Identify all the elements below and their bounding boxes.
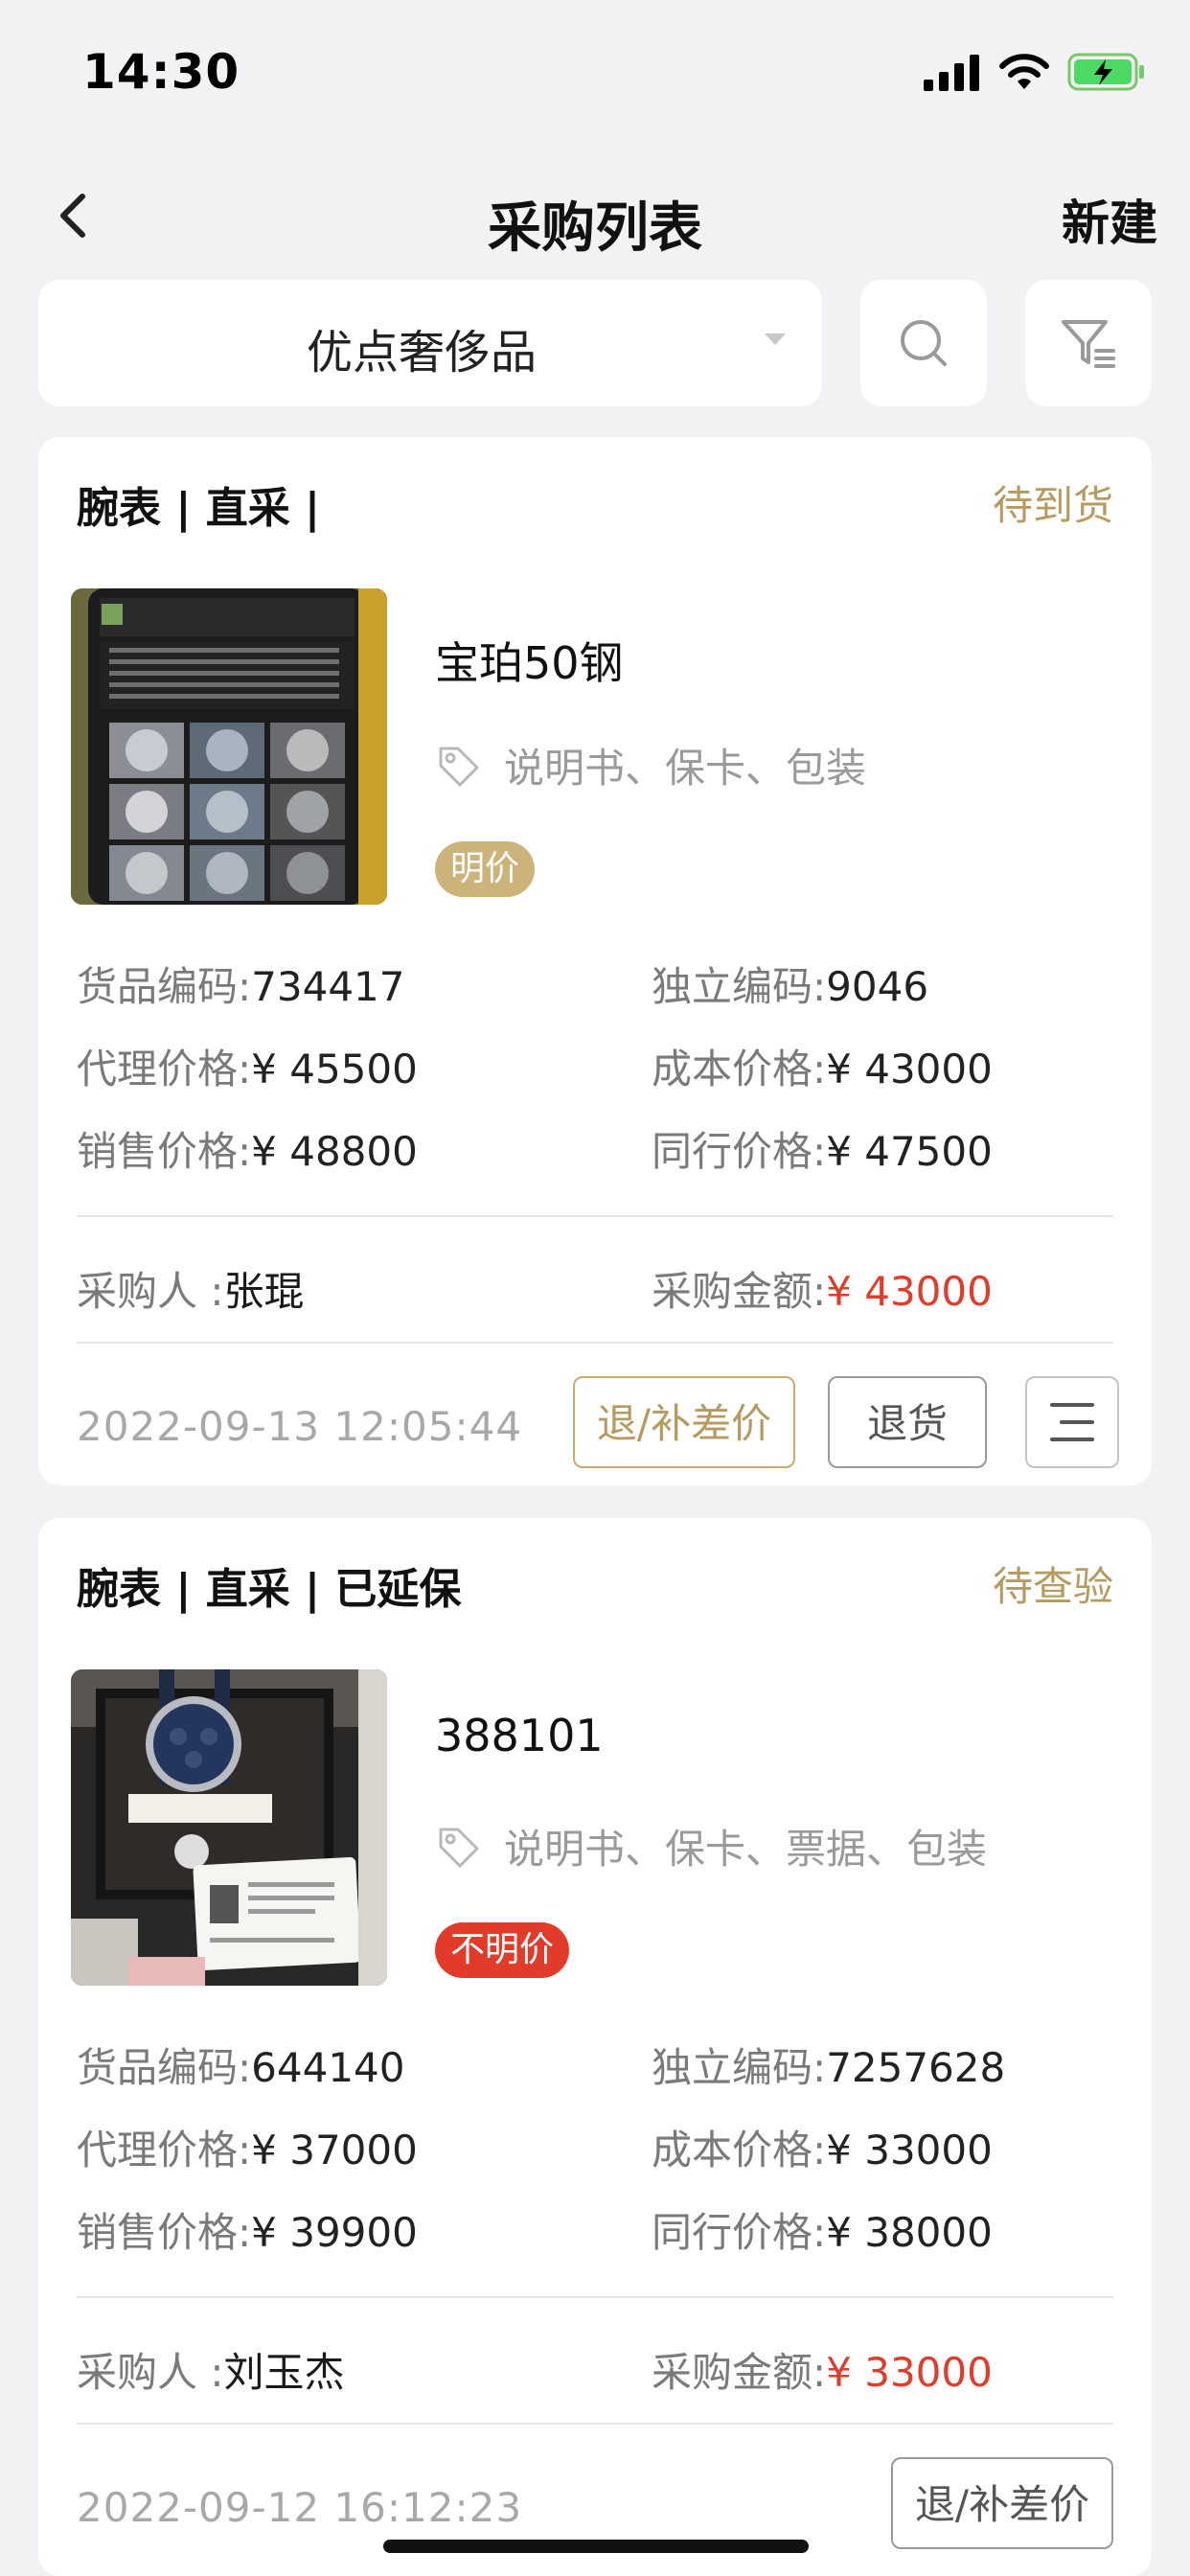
buyer-value: 刘玉杰: [223, 2349, 345, 2396]
divider: [77, 1215, 1113, 1217]
tag-icon: [439, 747, 479, 786]
menu-lines-icon: [1050, 1403, 1094, 1441]
goods-code: 货品编码:734417: [77, 954, 405, 1013]
home-indicator: [383, 2540, 809, 2553]
amount-label: 采购金额:: [652, 2349, 827, 2396]
product-name: 宝珀50钢: [435, 637, 624, 689]
sale-price-value: ¥ 48800: [251, 1128, 418, 1175]
divider: [77, 2423, 1113, 2425]
unique-code-value: 7257628: [826, 2044, 1006, 2091]
amount-value: ¥ 33000: [826, 2349, 993, 2396]
cellular-signal-icon: [924, 55, 979, 91]
cost-price: 成本价格:¥ 43000: [652, 1037, 993, 1095]
product-image-phone-screenshot: [71, 588, 387, 905]
purchase-date: 2022-09-13 12:05:44: [77, 1403, 523, 1450]
product-image-watch-box: [71, 1669, 387, 1986]
cost-price-label: 成本价格:: [652, 2127, 827, 2174]
goods-code-value: 644140: [251, 2044, 405, 2091]
purchase-amount: 采购金额:¥ 33000: [652, 2340, 993, 2399]
goods-code-label: 货品编码:: [77, 963, 252, 1010]
status-time: 14:30: [82, 44, 240, 100]
buyer: 采购人 :张琨: [77, 1259, 305, 1318]
agent-price: 代理价格:¥ 45500: [77, 1037, 418, 1095]
card-status: 待查验: [992, 1563, 1113, 1610]
accessories-row: 说明书、保卡、票据、包装: [435, 1817, 987, 1875]
peer-price-value: ¥ 47500: [826, 1128, 993, 1175]
search-icon: [901, 320, 947, 366]
agent-price-value: ¥ 37000: [251, 2127, 418, 2174]
peer-price-label: 同行价格:: [652, 2209, 827, 2256]
cost-price-label: 成本价格:: [652, 1046, 827, 1092]
card-category: 腕表 | 直采 | 已延保: [77, 1565, 462, 1614]
sale-price: 销售价格:¥ 48800: [77, 1119, 418, 1178]
page-title: 采购列表: [488, 197, 702, 260]
accessories-text: 说明书、保卡、包装: [504, 745, 867, 792]
buyer: 采购人 :刘玉杰: [77, 2340, 345, 2399]
card-status: 待到货: [992, 482, 1113, 529]
peer-price-label: 同行价格:: [652, 1128, 827, 1175]
purchase-date: 2022-09-12 16:12:23: [77, 2484, 523, 2531]
filter-row: 优点奢侈品: [38, 280, 1152, 406]
card-category: 腕表 | 直采 |: [77, 484, 321, 533]
peer-price: 同行价格:¥ 47500: [652, 1119, 993, 1178]
status-icons: [924, 50, 1146, 94]
goods-code-value: 734417: [251, 963, 405, 1010]
goods-code-label: 货品编码:: [77, 2044, 252, 2091]
refund-difference-button[interactable]: 退/补差价: [891, 2457, 1113, 2549]
search-button[interactable]: [860, 280, 987, 406]
accessories-row: 说明书、保卡、包装: [435, 736, 866, 794]
product-image[interactable]: [71, 588, 387, 905]
peer-price-value: ¥ 38000: [826, 2209, 993, 2256]
nav-bar: 采购列表 新建: [0, 168, 1190, 264]
sale-price: 销售价格:¥ 39900: [77, 2200, 418, 2259]
cost-price-value: ¥ 43000: [826, 1046, 993, 1092]
agent-price: 代理价格:¥ 37000: [77, 2118, 418, 2176]
filter-icon: [1062, 320, 1115, 368]
purchase-card[interactable]: 腕表 | 直采 | 已延保 待查验 388101 说明书、保卡、票据、包装 不明…: [38, 1518, 1152, 2576]
cost-price-value: ¥ 33000: [826, 2127, 993, 2174]
buyer-label: 采购人 :: [77, 1268, 224, 1315]
price-badge: 明价: [435, 841, 536, 897]
agent-price-label: 代理价格:: [77, 1046, 252, 1092]
buyer-label: 采购人 :: [77, 2349, 224, 2396]
unique-code: 独立编码:7257628: [652, 2036, 1005, 2094]
price-badge: 不明价: [435, 1922, 570, 1978]
sale-price-label: 销售价格:: [77, 1128, 252, 1175]
purchase-amount: 采购金额:¥ 43000: [652, 1259, 993, 1318]
unique-code-value: 9046: [826, 963, 929, 1010]
accessories-text: 说明书、保卡、票据、包装: [504, 1826, 988, 1873]
more-menu-button[interactable]: [1025, 1376, 1119, 1468]
amount-value: ¥ 43000: [826, 1268, 993, 1315]
buyer-value: 张琨: [223, 1268, 305, 1315]
new-button[interactable]: 新建: [1062, 185, 1157, 254]
peer-price: 同行价格:¥ 38000: [652, 2200, 993, 2259]
unique-code: 独立编码:9046: [652, 954, 928, 1013]
goods-code: 货品编码:644140: [77, 2036, 405, 2094]
agent-price-label: 代理价格:: [77, 2127, 252, 2174]
product-image[interactable]: [71, 1669, 387, 1986]
return-goods-button[interactable]: 退货: [828, 1376, 987, 1468]
store-select[interactable]: 优点奢侈品: [38, 280, 822, 406]
unique-code-label: 独立编码:: [652, 2044, 827, 2091]
sale-price-label: 销售价格:: [77, 2209, 252, 2256]
cost-price: 成本价格:¥ 33000: [652, 2118, 993, 2176]
sale-price-value: ¥ 39900: [251, 2209, 418, 2256]
unique-code-label: 独立编码:: [652, 963, 827, 1010]
amount-label: 采购金额:: [652, 1268, 827, 1315]
product-name: 388101: [435, 1710, 604, 1761]
purchase-card[interactable]: 腕表 | 直采 | 待到货 宝珀50钢 说明书、保卡、包装 明价 货品编码:73…: [38, 437, 1152, 1485]
wifi-icon: [999, 54, 1049, 89]
refund-difference-button[interactable]: 退/补差价: [573, 1376, 795, 1468]
tag-icon: [439, 1828, 479, 1867]
divider: [77, 2296, 1113, 2298]
status-bar: 14:30: [0, 0, 1190, 144]
filter-button[interactable]: [1025, 280, 1152, 406]
store-select-label: 优点奢侈品: [306, 326, 537, 380]
agent-price-value: ¥ 45500: [251, 1046, 418, 1092]
battery-charging-icon: [1067, 53, 1144, 91]
caret-down-icon: [765, 334, 786, 345]
divider: [77, 1342, 1113, 1344]
